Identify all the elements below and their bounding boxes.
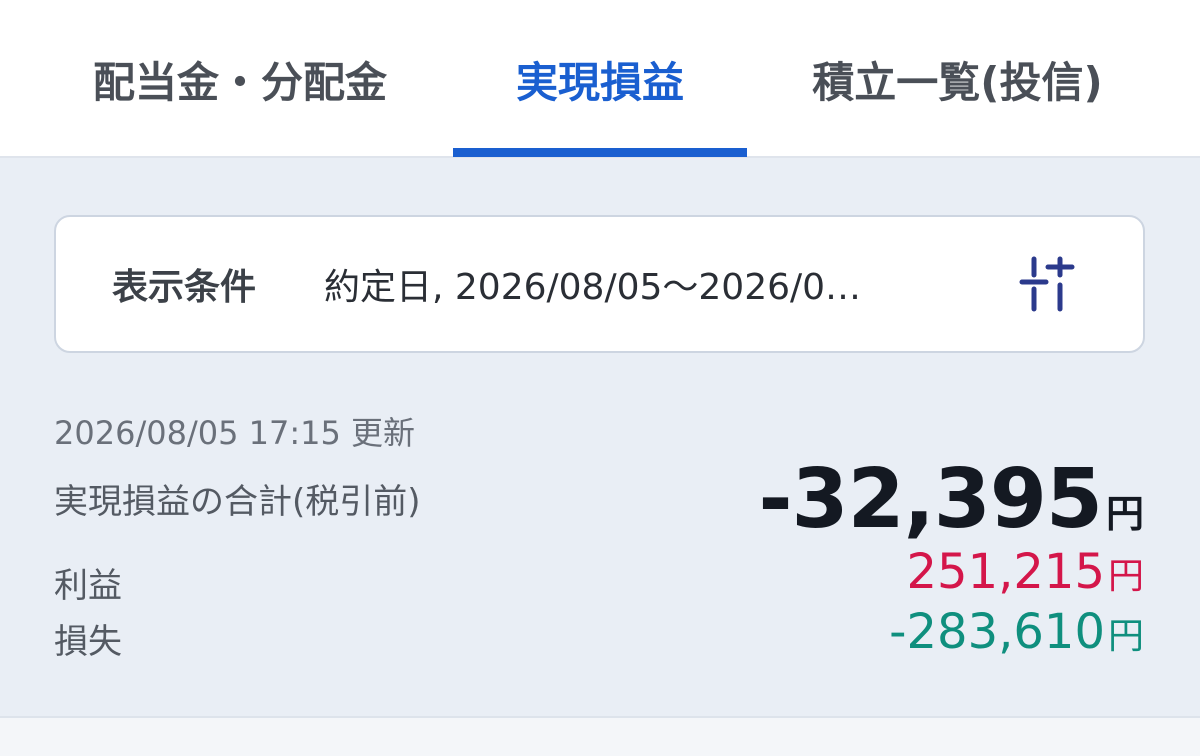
tab-bar: 配当金・分配金 実現損益 積立一覧(投信) <box>0 0 1200 158</box>
filter-value-text: 約定日, 2026/08/05〜2026/0… <box>324 267 862 308</box>
loss-amount: -283,610 <box>889 604 1105 660</box>
sliders-icon[interactable] <box>1014 251 1080 317</box>
footer-divider-band <box>0 716 1200 756</box>
realized-pnl-screen: 配当金・分配金 実現損益 積立一覧(投信) 表示条件 約定日, 2026/08/… <box>0 0 1200 756</box>
loss-label: 損失 <box>54 622 122 662</box>
profit-label: 利益 <box>54 566 122 606</box>
active-tab-indicator <box>453 148 747 157</box>
tab-dividends[interactable]: 配当金・分配金 <box>40 0 440 158</box>
total-pnl-label: 実現損益の合計(税引前) <box>54 482 421 522</box>
tab-accumulation-list[interactable]: 積立一覧(投信) <box>770 0 1145 158</box>
profit-unit: 円 <box>1107 556 1144 597</box>
profit-amount: 251,215 <box>906 544 1105 600</box>
sliders-icon-svg <box>1019 256 1075 312</box>
last-updated: 2026/08/05 17:15 更新 <box>54 414 416 452</box>
filter-value: 約定日, 2026/08/05〜2026/0… <box>324 217 984 351</box>
filter-label: 表示条件 <box>112 267 257 308</box>
loss-unit: 円 <box>1107 616 1144 657</box>
total-pnl-unit: 円 <box>1105 492 1144 536</box>
total-pnl-amount: -32,395 <box>758 452 1103 547</box>
loss-value: -283,610 円 <box>889 604 1144 660</box>
tab-realized-pnl[interactable]: 実現損益 <box>452 0 748 158</box>
filter-conditions-button[interactable]: 表示条件 約定日, 2026/08/05〜2026/0… <box>54 215 1145 353</box>
total-pnl-value: -32,395 円 <box>759 452 1144 547</box>
profit-value: 251,215 円 <box>906 544 1144 600</box>
